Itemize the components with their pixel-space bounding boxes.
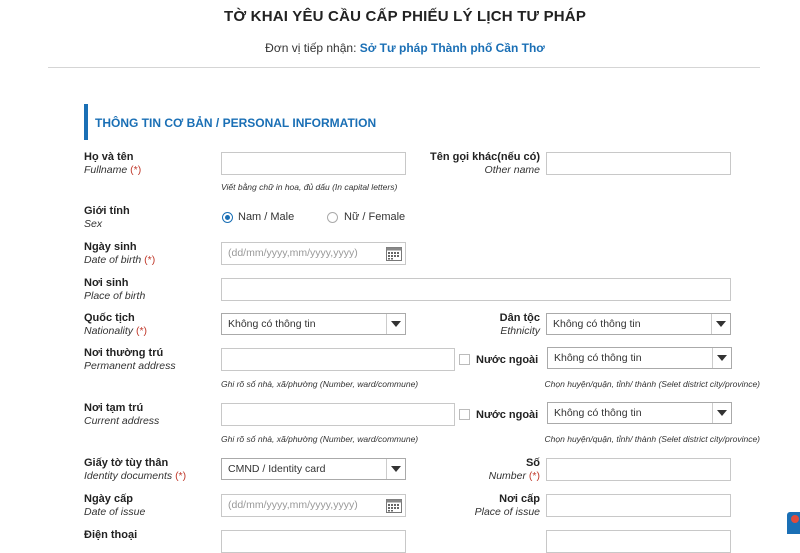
birthplace-label: Nơi sinh bbox=[84, 277, 129, 289]
required-marker: (*) bbox=[130, 164, 142, 176]
required-marker: (*) bbox=[175, 470, 187, 482]
permanent-label: Nơi thường trú bbox=[84, 347, 164, 359]
required-marker: (*) bbox=[144, 254, 156, 266]
id-doc-sublabel: Identity documents (*) bbox=[84, 470, 187, 482]
sex-male-radio[interactable] bbox=[222, 212, 233, 223]
ethnicity-selected-value: Không có thông tin bbox=[553, 318, 641, 330]
chevron-down-icon bbox=[711, 314, 730, 334]
permanent-district-value: Không có thông tin bbox=[554, 352, 642, 364]
id-doc-label: Giấy tờ tùy thân bbox=[84, 457, 169, 469]
other-name-sublabel: Other name bbox=[484, 164, 540, 176]
sex-female-radio[interactable] bbox=[327, 212, 338, 223]
required-marker: (*) bbox=[135, 325, 148, 337]
issue-place-sublabel: Place of issue bbox=[474, 506, 540, 518]
secondary-input[interactable] bbox=[546, 530, 731, 553]
birthplace-input[interactable] bbox=[221, 278, 731, 301]
id-number-input[interactable] bbox=[546, 458, 731, 481]
chevron-down-icon bbox=[712, 348, 731, 368]
header-divider bbox=[48, 67, 760, 68]
chevron-down-icon bbox=[712, 403, 731, 423]
section-accent-bar bbox=[84, 104, 88, 140]
receiving-unit-name: Sở Tư pháp Thành phố Cần Thơ bbox=[359, 41, 545, 55]
receiving-unit-label: Đơn vị tiếp nhận: bbox=[265, 41, 357, 55]
current-foreign-label: Nước ngoài bbox=[476, 409, 539, 421]
nationality-sublabel: Nationality (*) bbox=[84, 325, 148, 337]
current-foreign-checkbox[interactable] bbox=[459, 409, 470, 420]
calendar-icon[interactable] bbox=[386, 246, 402, 261]
permanent-hint-right: Chọn huyện/quận, tỉnh/ thành (Selet dist… bbox=[544, 379, 760, 389]
sex-label: Giới tính bbox=[84, 205, 130, 217]
current-district-value: Không có thông tin bbox=[554, 407, 642, 419]
sex-sublabel: Sex bbox=[84, 218, 103, 230]
permanent-foreign-label: Nước ngoài bbox=[476, 354, 539, 366]
id-doc-selected-value: CMND / Identity card bbox=[228, 463, 326, 475]
current-hint-left: Ghi rõ số nhà, xã/phường (Number, ward/c… bbox=[221, 434, 419, 444]
other-name-input[interactable] bbox=[546, 152, 731, 175]
issue-date-input[interactable]: (dd/mm/yyyy,mm/yyyy,yyyy) bbox=[221, 494, 406, 517]
permanent-district-select[interactable]: Không có thông tin bbox=[547, 347, 732, 369]
issue-date-label: Ngày cấp bbox=[84, 493, 133, 505]
section-title: THÔNG TIN CƠ BẢN / PERSONAL INFORMATION bbox=[95, 116, 377, 130]
nationality-label: Quốc tịch bbox=[84, 312, 135, 324]
page-title: TỜ KHAI YÊU CẦU CẤP PHIẾU LÝ LỊCH TƯ PHÁ… bbox=[223, 8, 587, 25]
id-number-sublabel: Number (*) bbox=[488, 470, 540, 482]
other-name-label: Tên gọi khác(nếu có) bbox=[429, 151, 540, 163]
current-sublabel: Current address bbox=[84, 415, 160, 427]
fullname-hint: Viết bằng chữ in hoa, đủ dấu (In capital… bbox=[221, 182, 398, 192]
receiving-unit: Đơn vị tiếp nhận: Sở Tư pháp Thành phố C… bbox=[0, 41, 800, 55]
dob-input[interactable]: (dd/mm/yyyy,mm/yyyy,yyyy) bbox=[221, 242, 406, 265]
permanent-foreign-checkbox[interactable] bbox=[459, 354, 470, 365]
fullname-sublabel: Fullname (*) bbox=[84, 164, 142, 176]
id-doc-select[interactable]: CMND / Identity card bbox=[221, 458, 406, 480]
fullname-label: Họ và tên bbox=[84, 151, 134, 163]
chat-widget-icon[interactable] bbox=[787, 512, 800, 534]
dob-label: Ngày sinh bbox=[84, 241, 137, 253]
id-number-label: Số bbox=[525, 457, 540, 469]
permanent-address-input[interactable] bbox=[221, 348, 455, 371]
current-district-select[interactable]: Không có thông tin bbox=[547, 402, 732, 424]
fullname-input[interactable] bbox=[221, 152, 406, 175]
birthplace-sublabel: Place of birth bbox=[84, 290, 146, 302]
sex-female-label[interactable]: Nữ / Female bbox=[344, 211, 405, 223]
permanent-sublabel: Permanent address bbox=[84, 360, 176, 372]
issue-date-sublabel: Date of issue bbox=[84, 506, 146, 518]
permanent-hint-left: Ghi rõ số nhà, xã/phường (Number, ward/c… bbox=[221, 379, 419, 389]
sex-male-label[interactable]: Nam / Male bbox=[238, 211, 294, 223]
nationality-selected-value: Không có thông tin bbox=[228, 318, 316, 330]
phone-input[interactable] bbox=[221, 530, 406, 553]
ethnicity-select[interactable]: Không có thông tin bbox=[546, 313, 731, 335]
ethnicity-sublabel: Ethnicity bbox=[500, 325, 540, 337]
phone-label: Điện thoại bbox=[84, 529, 138, 541]
issue-place-input[interactable] bbox=[546, 494, 731, 517]
issue-place-label: Nơi cấp bbox=[499, 493, 540, 505]
dob-sublabel: Date of birth (*) bbox=[84, 254, 156, 266]
ethnicity-label: Dân tộc bbox=[499, 312, 540, 324]
current-address-input[interactable] bbox=[221, 403, 455, 426]
required-marker: (*) bbox=[528, 470, 540, 482]
nationality-select[interactable]: Không có thông tin bbox=[221, 313, 406, 335]
current-label: Nơi tạm trú bbox=[84, 402, 144, 414]
current-hint-right: Chọn huyện/quận, tỉnh/ thành (Selet dist… bbox=[544, 434, 760, 444]
